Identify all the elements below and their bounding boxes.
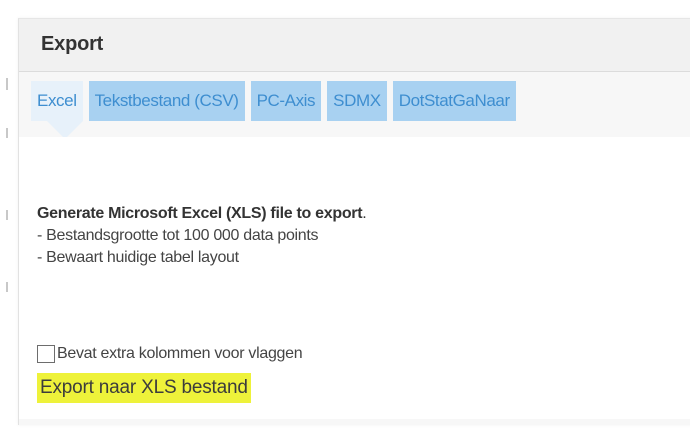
flags-checkbox[interactable] xyxy=(37,345,55,363)
tab-excel-label: Excel xyxy=(37,91,77,110)
description-title: Generate Microsoft Excel (XLS) file to e… xyxy=(37,205,367,223)
tab-pc-axis-label: PC-Axis xyxy=(256,91,316,110)
panel-header: Export xyxy=(19,19,690,72)
tab-excel[interactable]: Excel xyxy=(31,81,83,139)
flags-checkbox-label[interactable]: Bevat extra kolommen voor vlaggen xyxy=(57,345,303,363)
page: Export Excel Tekstbestand (CSV) PC-Axis … xyxy=(0,0,690,434)
description-title-bold: Generate Microsoft Excel (XLS) file to e… xyxy=(37,205,363,222)
export-format-tabs: Excel Tekstbestand (CSV) PC-Axis SDMX Do… xyxy=(31,81,516,139)
tab-content: Generate Microsoft Excel (XLS) file to e… xyxy=(19,137,690,419)
tab-sdmx[interactable]: SDMX xyxy=(327,81,387,121)
tab-pc-axis[interactable]: PC-Axis xyxy=(250,81,322,121)
left-page-edge xyxy=(0,0,12,434)
description-line-size: - Bestandsgrootte tot 100 000 data point… xyxy=(37,227,319,244)
flags-option-row: Bevat extra kolommen voor vlaggen xyxy=(37,345,303,363)
description-line-layout: - Bewaart huidige tabel layout xyxy=(37,249,239,266)
tab-dotstatganaar[interactable]: DotStatGaNaar xyxy=(392,81,516,121)
export-xls-button-label: Export naar XLS bestand xyxy=(40,377,248,398)
export-xls-button[interactable]: Export naar XLS bestand xyxy=(37,373,251,403)
description-title-end: . xyxy=(362,205,367,222)
tab-csv[interactable]: Tekstbestand (CSV) xyxy=(88,81,245,121)
tab-sdmx-label: SDMX xyxy=(333,91,381,110)
panel-title: Export xyxy=(41,33,104,55)
export-panel: Export Excel Tekstbestand (CSV) PC-Axis … xyxy=(18,18,690,425)
tab-csv-label: Tekstbestand (CSV) xyxy=(94,91,239,110)
tab-dotstatganaar-label: DotStatGaNaar xyxy=(398,91,510,110)
left-edge-marks xyxy=(6,20,8,400)
